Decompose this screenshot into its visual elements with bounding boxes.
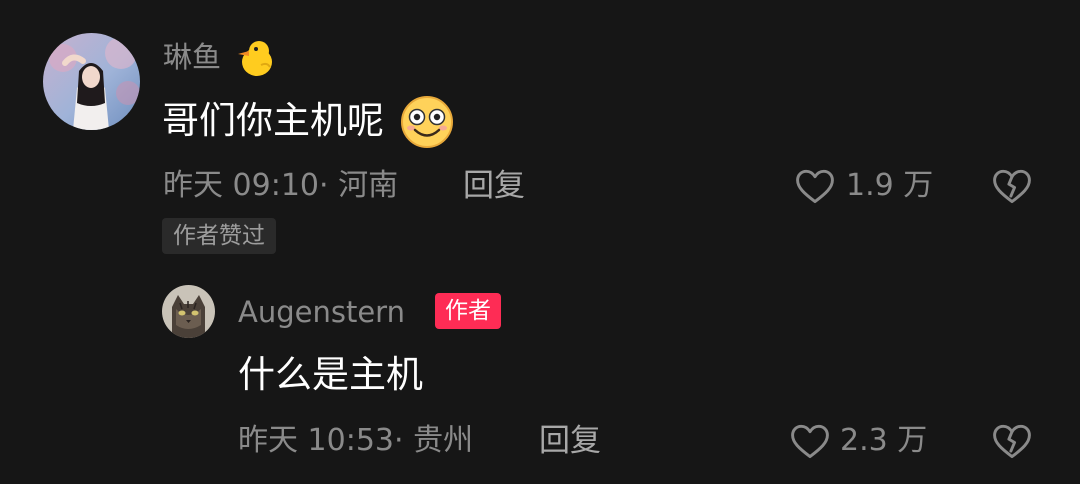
comment-time: 昨天 09:10: [163, 168, 319, 203]
reply-avatar[interactable]: [162, 285, 215, 338]
comment-item: 琳鱼 哥们你主机呢 昨天 09:10· 河南 回复 1.9 万 作者赞过: [0, 0, 1080, 270]
author-liked-tag: 作者赞过: [162, 218, 276, 254]
reply-time: 昨天 10:53: [238, 423, 394, 458]
author-badge: 作者: [435, 293, 501, 329]
reply-item: Augenstern 作者 什么是主机 昨天 10:53· 贵州 回复 2.3 …: [0, 270, 1080, 484]
like-button[interactable]: [793, 164, 837, 208]
smile-emoji-icon: [400, 95, 454, 149]
reply-like-count: 2.3 万: [840, 423, 928, 458]
reply-reply-button[interactable]: 回复: [539, 422, 601, 460]
dislike-button[interactable]: [990, 164, 1034, 208]
avatar[interactable]: [43, 33, 140, 130]
reply-username[interactable]: Augenstern: [238, 294, 405, 330]
reply-like-button[interactable]: [788, 419, 832, 463]
broken-heart-icon: [993, 424, 1031, 459]
comment-location: · 河南: [319, 168, 399, 203]
like-count: 1.9 万: [846, 168, 934, 203]
reply-text: 什么是主机: [238, 353, 423, 396]
chick-emoji-icon: [235, 38, 275, 78]
comment-meta: 昨天 09:10· 河南: [163, 167, 398, 205]
reply-meta: 昨天 10:53· 贵州: [238, 422, 473, 460]
username-text: 琳鱼: [163, 40, 222, 74]
comment-text: 哥们你主机呢: [162, 99, 384, 142]
comment-username[interactable]: 琳鱼: [163, 39, 221, 75]
heart-outline-icon: [791, 424, 829, 459]
reply-button[interactable]: 回复: [463, 167, 525, 205]
reply-dislike-button[interactable]: [990, 419, 1034, 463]
reply-location: · 贵州: [394, 423, 474, 458]
heart-outline-icon: [796, 169, 834, 204]
broken-heart-icon: [993, 169, 1031, 204]
